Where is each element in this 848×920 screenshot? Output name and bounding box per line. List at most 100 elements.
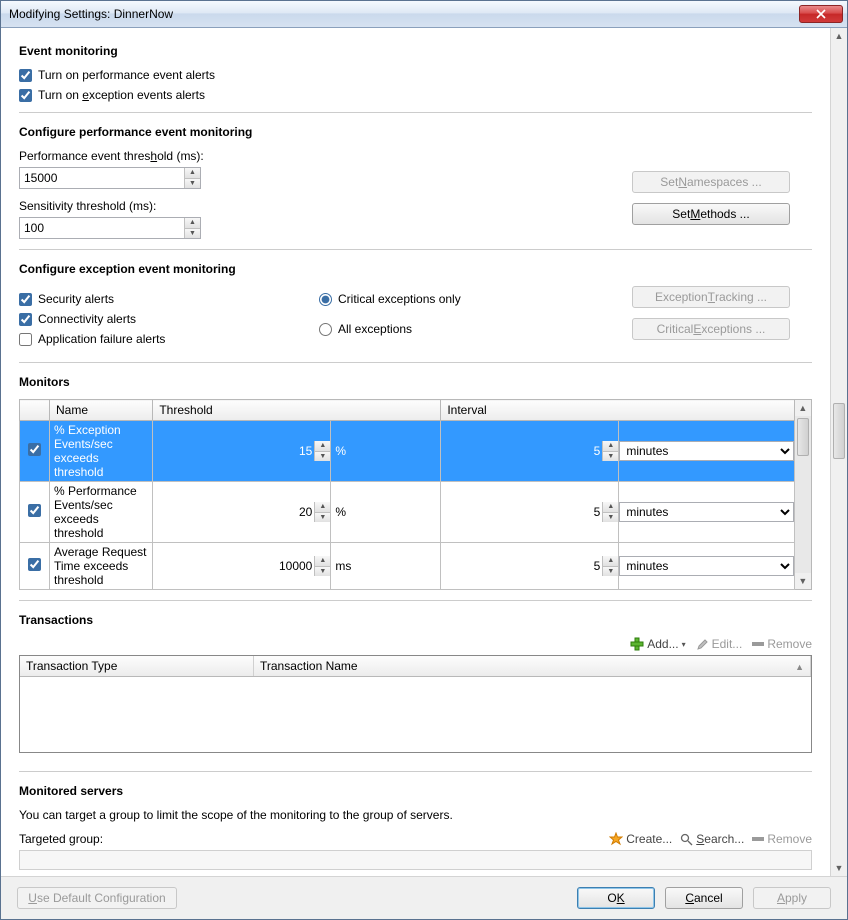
- scroll-down[interactable]: ▼: [795, 573, 810, 589]
- spinner-buttons[interactable]: ▲▼: [184, 168, 200, 188]
- row-name: Average Request Time exceeds threshold: [50, 543, 153, 590]
- spinner-down[interactable]: ▼: [603, 452, 618, 462]
- row-interval[interactable]: ▲▼: [441, 421, 619, 482]
- search-group-button[interactable]: Search...: [680, 832, 744, 846]
- col-transaction-name[interactable]: Transaction Name▲: [254, 656, 811, 676]
- exception-tracking-button[interactable]: Exception Tracking ...: [632, 286, 790, 308]
- connectivity-alerts-checkbox[interactable]: Connectivity alerts: [19, 312, 279, 326]
- table-row[interactable]: % Performance Events/sec exceeds thresho…: [20, 482, 795, 543]
- col-name[interactable]: Name: [50, 400, 153, 421]
- apply-button[interactable]: Apply: [753, 887, 831, 909]
- edit-transaction-button[interactable]: Edit...: [696, 637, 743, 651]
- spinner-down[interactable]: ▼: [603, 513, 618, 523]
- row-interval[interactable]: ▲▼: [441, 482, 619, 543]
- row-checkbox-cell: [20, 482, 50, 543]
- ok-button[interactable]: OK: [577, 887, 655, 909]
- add-transaction-button[interactable]: Add... ▾: [630, 637, 685, 651]
- col-transaction-type[interactable]: Transaction Type: [20, 656, 254, 676]
- spinner-up[interactable]: ▲: [603, 502, 618, 513]
- targeted-group-input[interactable]: [19, 850, 812, 870]
- spinner-up[interactable]: ▲: [185, 168, 200, 179]
- threshold-input[interactable]: [153, 441, 314, 461]
- spinner-up[interactable]: ▲: [315, 502, 330, 513]
- interval-unit-select[interactable]: minutes: [619, 556, 794, 576]
- all-exceptions-input[interactable]: [319, 323, 332, 336]
- sensitivity-spinner[interactable]: ▲▼: [19, 217, 201, 239]
- monitors-scrollbar[interactable]: ▲ ▼: [795, 399, 812, 590]
- close-button[interactable]: [799, 5, 843, 23]
- row-threshold[interactable]: ▲▼: [153, 421, 331, 482]
- separator: [19, 600, 812, 601]
- spinner-down[interactable]: ▼: [603, 567, 618, 577]
- spinner-up[interactable]: ▲: [185, 218, 200, 229]
- spinner-down[interactable]: ▼: [315, 513, 330, 523]
- set-methods-button[interactable]: Set Methods ...: [632, 203, 790, 225]
- security-alerts-label: Security alerts: [38, 292, 114, 306]
- critical-only-input[interactable]: [319, 293, 332, 306]
- row-name: % Exception Events/sec exceeds threshold: [50, 421, 153, 482]
- interval-unit-select[interactable]: minutes: [619, 441, 794, 461]
- scroll-thumb[interactable]: [833, 403, 845, 459]
- spinner-up[interactable]: ▲: [315, 556, 330, 567]
- row-threshold[interactable]: ▲▼: [153, 543, 331, 590]
- perf-alerts-input[interactable]: [19, 69, 32, 82]
- scroll-up[interactable]: ▲: [832, 28, 847, 44]
- spinner-down[interactable]: ▼: [185, 179, 200, 189]
- perf-alerts-checkbox[interactable]: Turn on performance event alerts: [19, 68, 812, 82]
- exc-alerts-checkbox[interactable]: Turn on exception events alerts: [19, 88, 812, 102]
- remove-group-button[interactable]: Remove: [752, 832, 812, 846]
- col-threshold[interactable]: Threshold: [153, 400, 441, 421]
- spinner-buttons[interactable]: ▲▼: [184, 218, 200, 238]
- sensitivity-input[interactable]: [20, 218, 184, 238]
- table-row[interactable]: % Exception Events/sec exceeds threshold…: [20, 421, 795, 482]
- col-interval[interactable]: Interval: [441, 400, 795, 421]
- event-monitoring-heading: Event monitoring: [19, 44, 812, 58]
- separator: [19, 112, 812, 113]
- threshold-input[interactable]: [153, 502, 314, 522]
- main-scrollbar[interactable]: ▲ ▼: [830, 28, 847, 876]
- exc-alerts-input[interactable]: [19, 89, 32, 102]
- connectivity-alerts-input[interactable]: [19, 313, 32, 326]
- spinner-down[interactable]: ▼: [315, 567, 330, 577]
- row-interval-unit[interactable]: minutes: [619, 543, 795, 590]
- spinner-up[interactable]: ▲: [603, 556, 618, 567]
- use-default-button[interactable]: Use Default Configuration: [17, 887, 177, 909]
- body: Event monitoring Turn on performance eve…: [1, 28, 847, 876]
- spinner-up[interactable]: ▲: [315, 441, 330, 452]
- row-interval[interactable]: ▲▼: [441, 543, 619, 590]
- scroll-thumb[interactable]: [797, 418, 809, 456]
- row-checkbox[interactable]: [28, 558, 41, 571]
- scroll-down[interactable]: ▼: [832, 860, 847, 876]
- app-failure-checkbox[interactable]: Application failure alerts: [19, 332, 279, 346]
- row-interval-unit[interactable]: minutes: [619, 482, 795, 543]
- interval-input[interactable]: [441, 441, 602, 461]
- perf-threshold-spinner[interactable]: ▲▼: [19, 167, 201, 189]
- set-namespaces-button[interactable]: Set Namespaces ...: [632, 171, 790, 193]
- cancel-button[interactable]: Cancel: [665, 887, 743, 909]
- row-checkbox[interactable]: [28, 443, 41, 456]
- row-checkbox[interactable]: [28, 504, 41, 517]
- remove-transaction-button[interactable]: Remove: [752, 637, 812, 651]
- row-interval-unit[interactable]: minutes: [619, 421, 795, 482]
- separator: [19, 771, 812, 772]
- perf-threshold-input[interactable]: [20, 168, 184, 188]
- app-failure-input[interactable]: [19, 333, 32, 346]
- scroll-up[interactable]: ▲: [795, 400, 810, 416]
- security-alerts-checkbox[interactable]: Security alerts: [19, 292, 279, 306]
- interval-input[interactable]: [441, 502, 602, 522]
- interval-input[interactable]: [441, 556, 602, 576]
- critical-exceptions-button[interactable]: Critical Exceptions ...: [632, 318, 790, 340]
- spinner-down[interactable]: ▼: [315, 452, 330, 462]
- spinner-down[interactable]: ▼: [185, 229, 200, 239]
- dropdown-icon: ▾: [682, 640, 686, 649]
- all-exceptions-radio[interactable]: All exceptions: [319, 322, 539, 336]
- create-group-button[interactable]: Create...: [609, 832, 672, 846]
- row-threshold[interactable]: ▲▼: [153, 482, 331, 543]
- critical-only-radio[interactable]: Critical exceptions only: [319, 292, 539, 306]
- minus-icon: [752, 642, 764, 646]
- security-alerts-input[interactable]: [19, 293, 32, 306]
- interval-unit-select[interactable]: minutes: [619, 502, 794, 522]
- threshold-input[interactable]: [153, 556, 314, 576]
- table-row[interactable]: Average Request Time exceeds threshold▲▼…: [20, 543, 795, 590]
- spinner-up[interactable]: ▲: [603, 441, 618, 452]
